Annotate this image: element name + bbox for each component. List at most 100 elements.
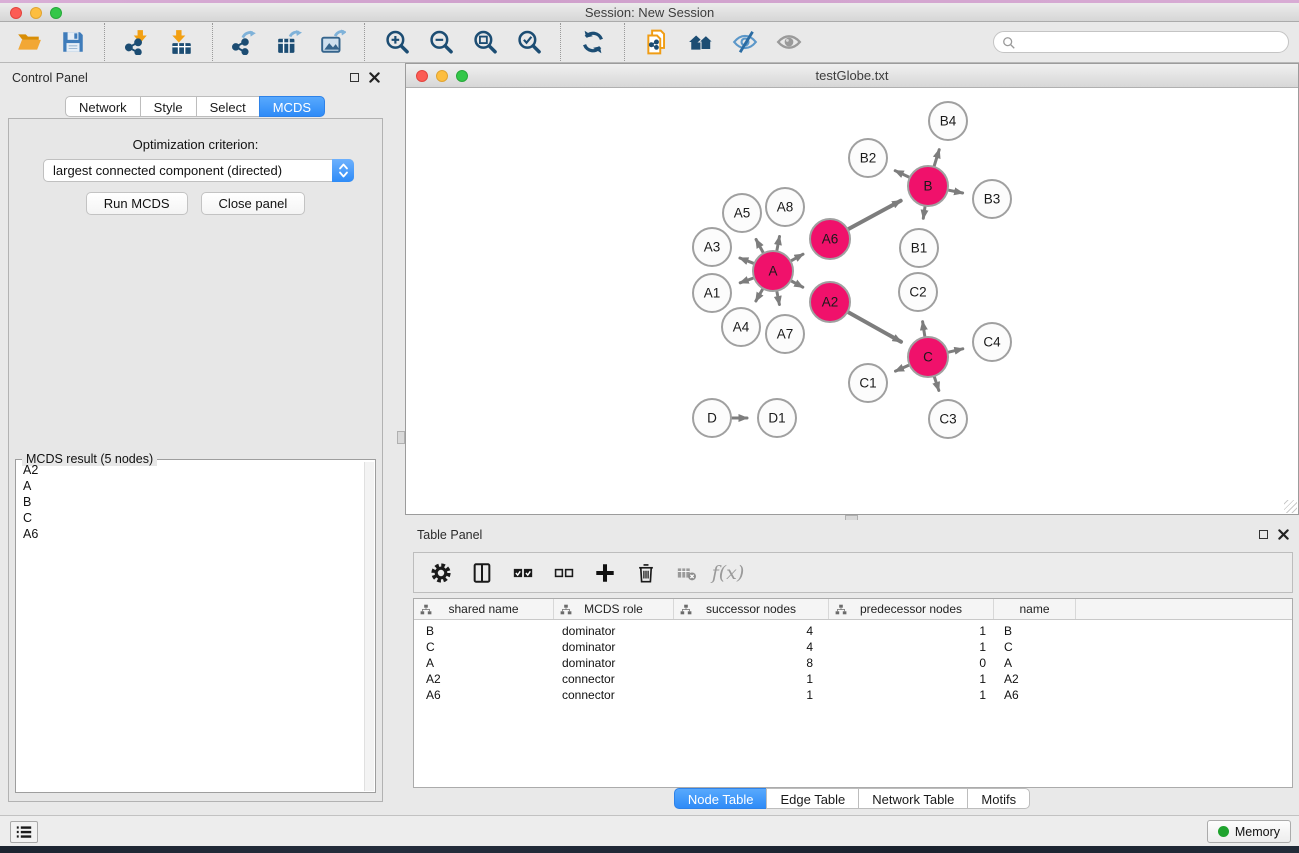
table-cell[interactable]: dominator: [554, 640, 674, 654]
function-builder-button[interactable]: f(x): [715, 560, 741, 586]
column-header-predecessor-nodes[interactable]: predecessor nodes: [829, 599, 994, 619]
criterion-select[interactable]: largest connected component (directed): [43, 159, 354, 182]
network-edge[interactable]: [756, 289, 763, 301]
open-recent-session-button[interactable]: [682, 27, 719, 57]
table-cell[interactable]: A2: [994, 672, 1076, 686]
tab-edge-table[interactable]: Edge Table: [766, 788, 859, 809]
table-row[interactable]: Adominator80A: [414, 655, 1292, 671]
search-input[interactable]: [1020, 32, 1280, 52]
delete-row-button[interactable]: [633, 560, 659, 586]
table-cell[interactable]: A2: [414, 672, 554, 686]
vertical-splitter-handle[interactable]: [397, 431, 405, 444]
float-panel-icon[interactable]: [350, 73, 359, 82]
table-row[interactable]: A6connector11A6: [414, 687, 1292, 703]
export-image-button[interactable]: [314, 27, 351, 57]
refresh-view-button[interactable]: [574, 27, 611, 57]
tab-node-table[interactable]: Node Table: [674, 788, 768, 809]
table-cell[interactable]: B: [414, 624, 554, 638]
table-cell[interactable]: 1: [674, 672, 829, 686]
table-cell[interactable]: 1: [674, 688, 829, 702]
column-header-successor-nodes[interactable]: successor nodes: [674, 599, 829, 619]
table-cell[interactable]: 1: [829, 688, 994, 702]
zoom-out-button[interactable]: [422, 27, 459, 57]
table-settings-button[interactable]: [428, 560, 454, 586]
table-cell[interactable]: dominator: [554, 656, 674, 670]
network-edge[interactable]: [895, 171, 909, 177]
deselect-all-button[interactable]: [551, 560, 577, 586]
open-session-button[interactable]: [10, 27, 47, 57]
save-session-button[interactable]: [54, 27, 91, 57]
network-edge[interactable]: [791, 254, 803, 261]
network-edge[interactable]: [777, 292, 780, 305]
network-edge[interactable]: [948, 349, 962, 352]
export-table-button[interactable]: [270, 27, 307, 57]
mcds-result-item[interactable]: A6: [17, 526, 364, 542]
table-cell[interactable]: A: [994, 656, 1076, 670]
table-cell[interactable]: A6: [994, 688, 1076, 702]
network-edge[interactable]: [849, 201, 901, 229]
tab-network[interactable]: Network: [65, 96, 141, 117]
network-edge[interactable]: [740, 278, 753, 283]
mcds-result-item[interactable]: B: [17, 494, 364, 510]
zoom-in-button[interactable]: [378, 27, 415, 57]
table-cell[interactable]: dominator: [554, 624, 674, 638]
delete-table-button[interactable]: [674, 560, 700, 586]
table-cell[interactable]: A: [414, 656, 554, 670]
mcds-result-item[interactable]: A2: [17, 462, 364, 478]
tab-style[interactable]: Style: [140, 96, 197, 117]
network-edge[interactable]: [740, 258, 754, 263]
resize-handle-icon[interactable]: [1284, 500, 1297, 513]
network-edge[interactable]: [923, 207, 925, 219]
zoom-fit-button[interactable]: [466, 27, 503, 57]
table-cell[interactable]: 8: [674, 656, 829, 670]
column-layout-button[interactable]: [469, 560, 495, 586]
network-edge[interactable]: [756, 240, 763, 253]
show-hidden-button[interactable]: [770, 27, 807, 57]
table-cell[interactable]: A6: [414, 688, 554, 702]
import-table-button[interactable]: [162, 27, 199, 57]
network-edge[interactable]: [934, 377, 938, 390]
task-history-button[interactable]: [10, 821, 38, 843]
network-canvas[interactable]: AA1A2A3A4A5A6A7A8BB1B2B3B4CC1C2C3C4DD1: [406, 89, 1298, 514]
add-row-button[interactable]: [592, 560, 618, 586]
run-mcds-button[interactable]: Run MCDS: [86, 192, 188, 215]
table-cell[interactable]: B: [994, 624, 1076, 638]
tab-motifs[interactable]: Motifs: [967, 788, 1030, 809]
close-panel-button[interactable]: Close panel: [201, 192, 306, 215]
table-cell[interactable]: C: [994, 640, 1076, 654]
zoom-selected-button[interactable]: [510, 27, 547, 57]
table-cell[interactable]: 4: [674, 624, 829, 638]
column-header-name[interactable]: name: [994, 599, 1076, 619]
float-table-panel-icon[interactable]: [1259, 530, 1268, 539]
table-cell[interactable]: connector: [554, 672, 674, 686]
network-edge[interactable]: [848, 312, 901, 342]
import-network-button[interactable]: [118, 27, 155, 57]
table-cell[interactable]: connector: [554, 688, 674, 702]
table-row[interactable]: Bdominator41B: [414, 623, 1292, 639]
column-header-shared-name[interactable]: shared name: [414, 599, 554, 619]
tab-network-table[interactable]: Network Table: [858, 788, 968, 809]
memory-button[interactable]: Memory: [1207, 820, 1291, 843]
mcds-result-item[interactable]: C: [17, 510, 364, 526]
network-edge[interactable]: [934, 150, 939, 166]
table-cell[interactable]: 1: [829, 624, 994, 638]
network-window-titlebar[interactable]: testGlobe.txt: [406, 64, 1298, 88]
table-cell[interactable]: C: [414, 640, 554, 654]
network-edge[interactable]: [896, 365, 909, 371]
table-cell[interactable]: 1: [829, 640, 994, 654]
close-table-panel-icon[interactable]: [1278, 529, 1289, 540]
clone-network-button[interactable]: [638, 27, 675, 57]
table-cell[interactable]: 0: [829, 656, 994, 670]
hide-selected-button[interactable]: [726, 27, 763, 57]
mcds-list-scrollbar[interactable]: [364, 462, 374, 791]
network-edge[interactable]: [923, 322, 925, 337]
mcds-result-item[interactable]: A: [17, 478, 364, 494]
export-network-button[interactable]: [226, 27, 263, 57]
network-edge[interactable]: [949, 190, 963, 193]
network-edge[interactable]: [777, 237, 780, 251]
table-cell[interactable]: 4: [674, 640, 829, 654]
tab-mcds[interactable]: MCDS: [259, 96, 325, 117]
mcds-result-list[interactable]: A2ABCA6: [17, 462, 364, 791]
table-cell[interactable]: 1: [829, 672, 994, 686]
select-all-button[interactable]: [510, 560, 536, 586]
